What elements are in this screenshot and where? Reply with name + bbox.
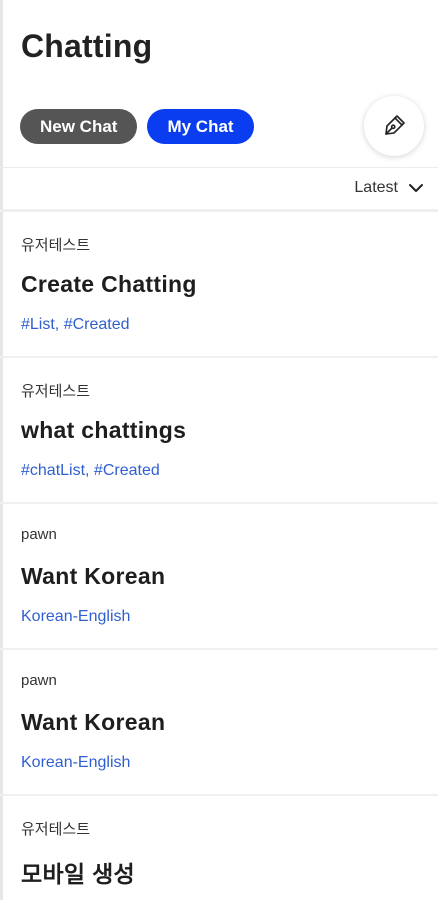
chat-list-item[interactable]: 유저테스트 what chattings #chatList, #Created: [0, 358, 438, 504]
chat-list: 유저테스트 Create Chatting #List, #Created 유저…: [0, 212, 438, 900]
my-chat-button[interactable]: My Chat: [147, 109, 254, 144]
sort-bar: Latest: [0, 168, 438, 212]
page-title: Chatting: [21, 28, 153, 64]
chat-author: pawn: [21, 526, 57, 543]
chat-list-item[interactable]: 유저테스트 Create Chatting #List, #Created: [0, 212, 438, 358]
chat-author: pawn: [21, 672, 57, 689]
chat-filter-tabs: New Chat My Chat: [20, 109, 254, 144]
chat-list-item[interactable]: pawn Want Korean Korean-English: [0, 650, 438, 796]
chat-author: 유저테스트: [21, 383, 91, 400]
new-chat-button[interactable]: New Chat: [20, 109, 138, 144]
chat-list-item[interactable]: 유저테스트 모바일 생성: [0, 796, 438, 900]
chat-list-item[interactable]: pawn Want Korean Korean-English: [0, 504, 438, 650]
chat-tags: Korean-English: [21, 754, 131, 771]
chat-author: 유저테스트: [21, 237, 91, 254]
chat-title: 모바일 생성: [21, 861, 135, 887]
chat-title: what chattings: [21, 417, 187, 443]
chat-title: Want Korean: [21, 563, 166, 589]
sort-dropdown[interactable]: Latest: [354, 179, 424, 197]
chevron-down-icon: [409, 184, 423, 192]
chat-title: Want Korean: [21, 709, 166, 735]
chat-title: Create Chatting: [21, 271, 197, 297]
pen-nib-icon: [385, 115, 405, 135]
sort-label: Latest: [354, 179, 398, 196]
page-header: Chatting New Chat My Chat: [0, 0, 438, 168]
chat-author: 유저테스트: [21, 821, 91, 838]
chat-tags: Korean-English: [21, 608, 131, 625]
chat-tags: #chatList, #Created: [21, 462, 160, 479]
chat-tags: #List, #Created: [21, 316, 130, 333]
write-chat-button[interactable]: [364, 96, 424, 156]
